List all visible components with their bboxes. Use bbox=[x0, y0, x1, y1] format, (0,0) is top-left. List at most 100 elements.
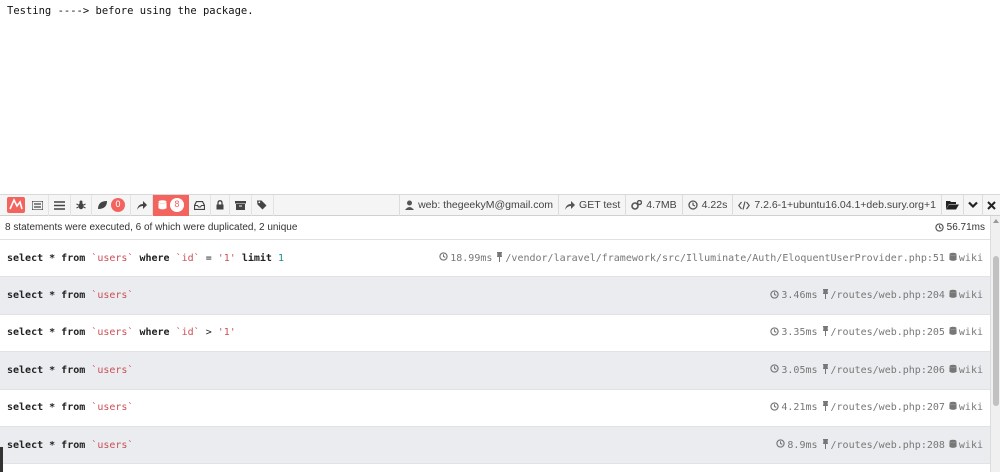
bug-icon bbox=[76, 200, 86, 210]
window-edge bbox=[0, 447, 3, 472]
tab-request[interactable] bbox=[252, 194, 274, 216]
query-time: 3.05ms bbox=[781, 364, 818, 376]
query-source[interactable]: /routes/web.php:205 bbox=[831, 327, 945, 338]
tab-exceptions[interactable] bbox=[71, 194, 92, 216]
tab-queries[interactable]: 8 bbox=[153, 194, 189, 216]
queries-list: select * from `users` where `id` = '1' l… bbox=[0, 240, 990, 472]
query-source[interactable]: /routes/web.php:204 bbox=[831, 290, 945, 301]
query-connection: wiki bbox=[958, 439, 983, 451]
queries-summary: 8 statements were executed, 6 of which w… bbox=[0, 216, 990, 240]
sql-token: 1 bbox=[277, 252, 285, 264]
queries-scrollbar[interactable] bbox=[990, 216, 1000, 472]
sql-token: select * from bbox=[7, 290, 92, 302]
user-text: web: thegeekyM@gmail.com bbox=[418, 199, 554, 211]
page-output-text: Testing ----> before using the package. bbox=[7, 5, 254, 17]
tab-badge: 8 bbox=[170, 198, 184, 212]
sql-token: = bbox=[199, 252, 218, 264]
sql-token: select * from bbox=[7, 252, 92, 264]
query-source[interactable]: /routes/web.php:207 bbox=[831, 402, 945, 413]
folder-open-icon bbox=[946, 201, 959, 210]
tab-mail[interactable] bbox=[189, 194, 211, 216]
leaf-icon bbox=[97, 200, 108, 210]
open-folder-button[interactable] bbox=[941, 194, 963, 216]
database-icon bbox=[945, 401, 959, 414]
query-connection: wiki bbox=[958, 402, 983, 414]
memory-indicator[interactable]: 4.7MB bbox=[625, 194, 681, 216]
query-meta: 3.05ms/routes/web.php:206 wiki bbox=[766, 363, 983, 377]
query-sql: select * from `users` bbox=[7, 365, 133, 376]
share-icon bbox=[565, 200, 576, 210]
minimize-button[interactable] bbox=[963, 194, 982, 216]
thumbtack-icon bbox=[492, 251, 505, 265]
user-icon bbox=[405, 200, 415, 210]
query-row[interactable]: select * from `users` where `id` = '1' l… bbox=[0, 240, 990, 278]
query-source[interactable]: /routes/web.php:208 bbox=[831, 440, 945, 451]
clock-icon bbox=[766, 289, 781, 302]
queries-total-time-text: 56.71ms bbox=[946, 222, 985, 233]
memory-text: 4.7MB bbox=[646, 199, 677, 211]
query-row[interactable]: select * from `users` where `id` > '1' 3.… bbox=[0, 315, 990, 353]
code-icon bbox=[738, 200, 751, 210]
tab-messages[interactable] bbox=[27, 194, 49, 216]
query-connection: wiki bbox=[958, 252, 983, 264]
query-row[interactable]: select * from `users` 4.21ms/routes/web.p… bbox=[0, 390, 990, 427]
route-text: GET test bbox=[579, 199, 621, 211]
list-icon bbox=[32, 200, 43, 210]
query-sql: select * from `users` bbox=[7, 402, 133, 413]
sql-token: limit bbox=[235, 252, 278, 264]
query-time: 8.9ms bbox=[787, 439, 818, 451]
tab-route[interactable] bbox=[131, 194, 153, 216]
share-icon bbox=[136, 200, 147, 210]
sql-token: where bbox=[133, 252, 176, 264]
clock-icon bbox=[687, 200, 698, 210]
close-button[interactable] bbox=[982, 194, 1000, 216]
debugbar-tabs: 08 bbox=[27, 194, 274, 216]
queries-summary-text: 8 statements were executed, 6 of which w… bbox=[5, 222, 298, 233]
query-row[interactable]: select * from `users` 8.9ms/routes/web.ph… bbox=[0, 426, 990, 465]
query-meta: 8.9ms/routes/web.php:208 wiki bbox=[772, 438, 983, 452]
query-connection: wiki bbox=[958, 290, 983, 302]
debugbar: 08 web: thegeekyM@gmail.com GET test 4.7… bbox=[0, 194, 1000, 472]
clock-icon bbox=[766, 327, 781, 339]
duration-indicator[interactable]: 4.22s bbox=[681, 194, 733, 216]
query-time: 3.46ms bbox=[781, 290, 818, 302]
query-connection: wiki bbox=[958, 327, 983, 339]
user-indicator[interactable]: web: thegeekyM@gmail.com bbox=[399, 194, 558, 216]
query-row[interactable]: select * from `users` 3.46ms/routes/web.p… bbox=[0, 277, 990, 315]
tab-auth[interactable] bbox=[211, 194, 230, 216]
laravel-logo-icon[interactable] bbox=[5, 195, 27, 215]
clock-icon bbox=[766, 402, 781, 414]
php-version-indicator[interactable]: 7.2.6-1+ubuntu16.04.1+deb.sury.org+1 bbox=[732, 194, 941, 216]
scrollbar-thumb[interactable] bbox=[993, 256, 999, 406]
scroll-up-arrow-icon[interactable] bbox=[993, 219, 999, 223]
tags-icon bbox=[257, 200, 268, 210]
thumbtack-icon bbox=[818, 363, 831, 377]
sql-token: `users` bbox=[91, 364, 134, 376]
database-icon bbox=[945, 252, 959, 265]
cogs-icon bbox=[631, 200, 643, 210]
debugbar-toolbar: 08 web: thegeekyM@gmail.com GET test 4.7… bbox=[0, 194, 1000, 216]
query-source[interactable]: /routes/web.php:206 bbox=[831, 365, 945, 376]
sql-token: where bbox=[133, 327, 176, 339]
route-indicator[interactable]: GET test bbox=[558, 194, 625, 216]
query-time: 18.99ms bbox=[450, 252, 493, 264]
query-sql: select * from `users` where `id` = '1' l… bbox=[7, 253, 284, 264]
clock-icon bbox=[766, 364, 781, 376]
thumbtack-icon bbox=[818, 438, 831, 452]
sql-token: select * from bbox=[7, 402, 92, 414]
sql-token: '1' bbox=[217, 252, 236, 264]
thumbtack-icon bbox=[818, 326, 831, 339]
tab-views[interactable]: 0 bbox=[92, 194, 131, 216]
query-meta: 3.46ms/routes/web.php:204 wiki bbox=[766, 289, 983, 302]
database-icon bbox=[945, 364, 959, 377]
database-icon bbox=[945, 439, 959, 452]
sql-token: `users` bbox=[91, 439, 134, 451]
tab-session[interactable] bbox=[230, 194, 252, 216]
sql-token: > bbox=[199, 327, 218, 339]
query-connection: wiki bbox=[958, 364, 983, 376]
query-row[interactable]: select * from `users` 3.05ms/routes/web.p… bbox=[0, 352, 990, 390]
query-source[interactable]: /vendor/laravel/framework/src/Illuminate… bbox=[505, 253, 945, 264]
query-meta: 18.99ms/vendor/laravel/framework/src/Ill… bbox=[435, 251, 983, 265]
tab-timeline[interactable] bbox=[49, 194, 71, 216]
sql-token: `users` bbox=[91, 327, 134, 339]
